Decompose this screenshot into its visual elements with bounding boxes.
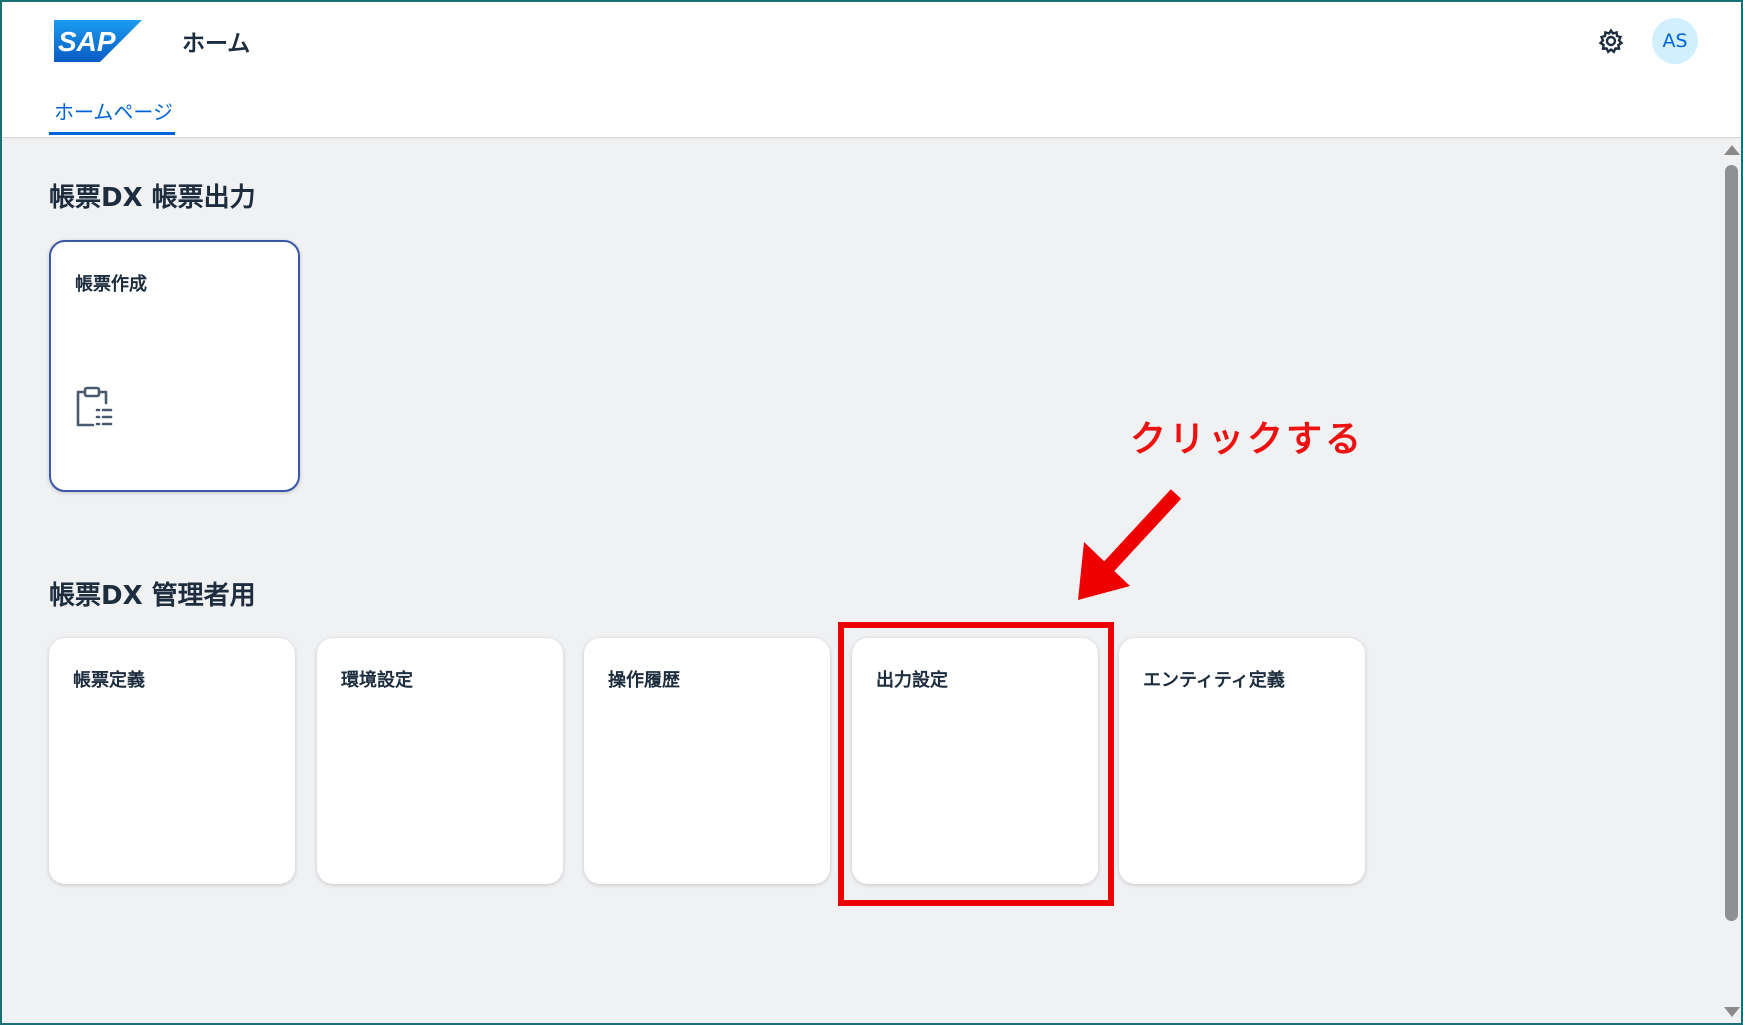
tab-bar: ホームページ: [2, 74, 1741, 138]
annotation-arrow-icon: [1078, 489, 1182, 600]
scroll-down-arrow-icon[interactable]: [1724, 1007, 1740, 1017]
tile-title: 帳票作成: [75, 274, 147, 295]
gear-icon[interactable]: [1598, 28, 1624, 54]
tab-selected-indicator: [49, 132, 175, 135]
app-title: ホーム: [182, 31, 251, 57]
scroll-thumb[interactable]: [1725, 165, 1738, 921]
sap-logo[interactable]: SAP: [54, 20, 142, 62]
vertical-scrollbar[interactable]: [1720, 139, 1741, 1023]
tile-title: 環境設定: [341, 670, 413, 691]
sap-logo-text: SAP: [58, 26, 116, 57]
tile-report-create[interactable]: 帳票作成: [49, 240, 300, 492]
section-title-admin: 帳票DX 管理者用: [49, 581, 256, 611]
tile-entity-definition[interactable]: エンティティ定義: [1119, 638, 1365, 884]
tile-environment-settings[interactable]: 環境設定: [317, 638, 563, 884]
tile-operation-history[interactable]: 操作履歴: [584, 638, 830, 884]
annotation-highlight-box: [838, 622, 1114, 906]
section-title-output: 帳票DX 帳票出力: [49, 183, 256, 213]
tile-title: 帳票定義: [73, 670, 145, 691]
window-frame: SAP ホーム AS ホームページ 帳票DX 帳票出力 帳票作成 帳票DX 管理…: [0, 0, 1743, 1025]
tile-title: エンティティ定義: [1143, 670, 1285, 691]
scroll-up-arrow-icon[interactable]: [1724, 145, 1740, 155]
user-avatar[interactable]: AS: [1652, 18, 1698, 64]
clipboard-list-icon: [76, 386, 113, 427]
annotation-click-label: クリックする: [1130, 419, 1365, 460]
tile-report-definition[interactable]: 帳票定義: [49, 638, 295, 884]
shell-header: SAP ホーム AS: [2, 2, 1741, 74]
tile-title: 操作履歴: [608, 670, 680, 691]
